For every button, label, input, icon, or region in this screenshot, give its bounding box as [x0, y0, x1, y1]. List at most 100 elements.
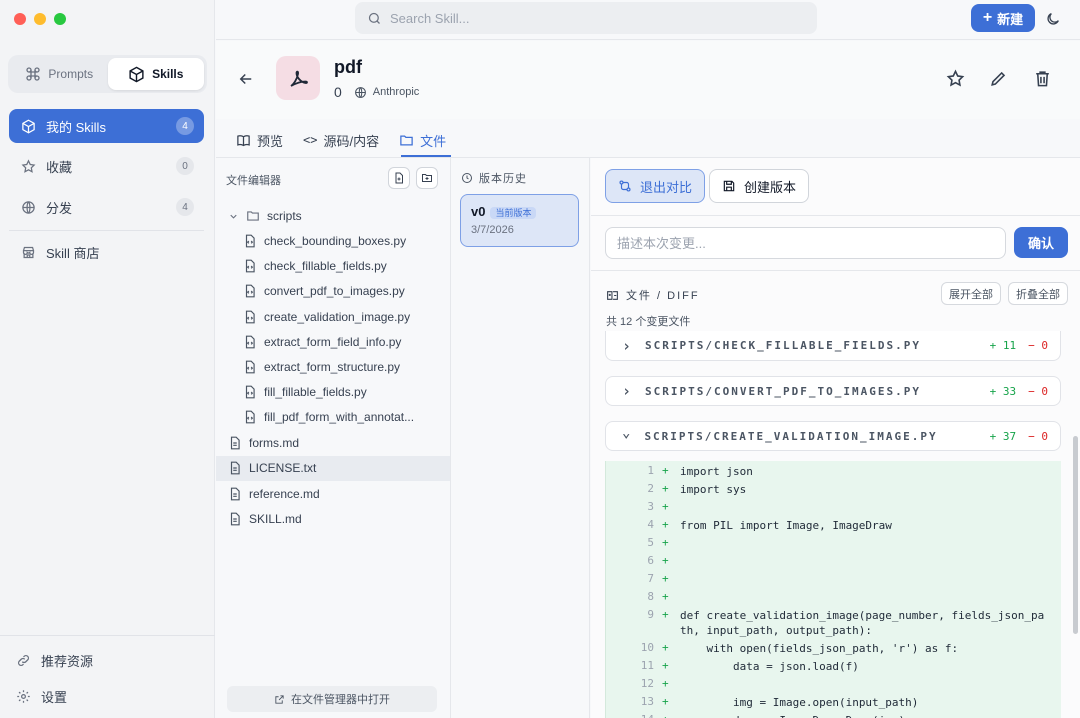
line-number: 10 — [640, 641, 654, 654]
sidebar-item-my-skills[interactable]: 我的 Skills 4 — [9, 109, 204, 143]
tree-file[interactable]: extract_form_field_info.py — [243, 330, 401, 354]
confirm-button[interactable]: 确认 — [1014, 227, 1068, 258]
file-name: convert_pdf_to_images.py — [264, 284, 405, 299]
version-card[interactable]: v0 当前版本 3/7/2026 — [460, 194, 579, 247]
prompts-tab[interactable]: Prompts — [11, 58, 108, 90]
folder-plus-icon — [422, 174, 432, 182]
new-file-button[interactable] — [388, 167, 410, 189]
sidebar-item-label: 分发 — [46, 200, 73, 216]
file-name: check_fillable_fields.py — [264, 259, 387, 274]
book-icon — [237, 134, 250, 146]
code-file-icon — [245, 385, 255, 399]
tab-label: 预览 — [257, 133, 284, 149]
sidebar-item-skill-store[interactable]: Skill 商店 — [9, 235, 204, 269]
code-line: 13 + img = Image.open(input_path) — [606, 695, 1054, 710]
create-version-button[interactable]: 创建版本 — [709, 169, 810, 203]
line-number: 3 — [647, 500, 654, 513]
divider — [591, 215, 1080, 216]
tab-files[interactable]: 文件 — [399, 128, 446, 152]
tree-file[interactable]: check_bounding_boxes.py — [243, 229, 406, 253]
tree-file[interactable]: SKILL.md — [228, 507, 302, 531]
added-marker: + — [662, 695, 669, 708]
diff-file-header[interactable]: ⌄ SCRIPTS/CREATE_VALIDATION_IMAGE.PY + 37−… — [605, 421, 1061, 451]
sidebar-item-settings[interactable]: 设置 — [16, 687, 67, 706]
external-link-icon — [275, 694, 284, 704]
clock-icon — [462, 173, 472, 183]
search-input[interactable]: Search Skill... — [355, 2, 817, 34]
code-line: 5 + — [606, 536, 1054, 549]
line-number: 1 — [647, 464, 654, 477]
sidebar-item-resources[interactable]: 推荐资源 — [16, 651, 93, 670]
line-number: 5 — [647, 536, 654, 549]
file-name: LICENSE.txt — [249, 461, 317, 476]
tab-preview[interactable]: 预览 — [236, 128, 283, 152]
sidebar-item-favorites[interactable]: 收藏 0 — [9, 149, 204, 183]
trash-icon[interactable] — [1033, 69, 1052, 88]
diff-file-name: SCRIPTS/CREATE_VALIDATION_IMAGE.PY — [644, 429, 938, 443]
additions-count: + 37 — [989, 429, 1017, 443]
star-icon[interactable] — [946, 69, 965, 88]
line-number: 6 — [647, 554, 654, 567]
code-file-icon — [245, 284, 255, 298]
collapse-all-button[interactable]: 折叠全部 — [1008, 282, 1068, 305]
tree-folder-scripts[interactable]: scripts — [228, 204, 302, 228]
tree-file[interactable]: LICENSE.txt — [228, 456, 316, 480]
line-number: 9 — [647, 608, 654, 621]
minimize-window-button[interactable] — [34, 13, 46, 25]
exit-compare-button[interactable]: 退出对比 — [605, 169, 706, 203]
diff-stats: + 37 − 0 — [990, 430, 1048, 443]
edit-icon[interactable] — [989, 69, 1008, 88]
scrollbar[interactable] — [1073, 436, 1078, 634]
close-window-button[interactable] — [14, 13, 26, 25]
version-history-label: 版本历史 — [479, 173, 527, 185]
new-button[interactable]: + 新建 — [971, 4, 1035, 32]
plus-icon: + — [982, 9, 993, 26]
file-name: fill_pdf_form_with_annotat... — [264, 410, 415, 425]
expand-all-button[interactable]: 展开全部 — [941, 282, 1001, 305]
code-file-icon — [245, 360, 255, 374]
tab-source[interactable]: <> 源码/内容 — [303, 128, 379, 152]
file-name: create_validation_image.py — [264, 309, 411, 324]
diff-file-header[interactable]: › SCRIPTS/CHECK_FILLABLE_FIELDS.PY + 11 − 0 — [605, 331, 1061, 361]
version-history-title: 版本历史 — [461, 170, 527, 186]
gear-icon — [17, 690, 30, 703]
added-marker: + — [662, 464, 669, 477]
chevron-right-icon: › — [622, 382, 634, 400]
tree-file[interactable]: convert_pdf_to_images.py — [243, 279, 405, 303]
star-icon — [21, 158, 36, 173]
additions-count: + 33 — [989, 384, 1017, 398]
new-folder-button[interactable] — [416, 167, 438, 189]
tree-file[interactable]: reference.md — [228, 482, 320, 506]
diff-file-header[interactable]: › SCRIPTS/CONVERT_PDF_TO_IMAGES.PY + 33 − 0 — [605, 376, 1061, 406]
line-number: 7 — [647, 572, 654, 585]
diff-file-name: SCRIPTS/CONVERT_PDF_TO_IMAGES.PY — [645, 384, 921, 398]
tree-file[interactable]: extract_form_structure.py — [243, 355, 400, 379]
line-number: 4 — [647, 518, 654, 531]
code-line: 3 + — [606, 500, 1054, 513]
skills-tab[interactable]: Skills — [107, 58, 204, 90]
diff-file-name: SCRIPTS/CHECK_FILLABLE_FIELDS.PY — [645, 339, 921, 352]
added-marker: + — [662, 713, 680, 718]
back-arrow-icon[interactable] — [237, 70, 255, 88]
divider — [9, 230, 204, 231]
file-icon — [230, 487, 240, 501]
tree-file[interactable]: check_fillable_fields.py — [243, 254, 387, 278]
maximize-window-button[interactable] — [54, 13, 66, 25]
line-code: from PIL import Image, ImageDraw — [680, 519, 892, 532]
change-description-input[interactable] — [605, 227, 1006, 259]
file-icon — [230, 512, 240, 526]
changed-files-count: 共 12 个变更文件 — [606, 316, 691, 328]
skill-title: pdf — [334, 57, 362, 77]
file-diff-icon — [607, 290, 618, 300]
tree-file[interactable]: fill_pdf_form_with_annotat... — [243, 405, 414, 429]
sidebar-item-distribute[interactable]: 分发 4 — [9, 190, 204, 224]
open-in-file-manager-button[interactable]: 在文件管理器中打开 — [227, 686, 437, 712]
folder-icon — [247, 211, 259, 221]
code-line: 6 + — [606, 554, 1054, 567]
moon-icon[interactable] — [1045, 11, 1061, 27]
tree-file[interactable]: create_validation_image.py — [243, 305, 410, 329]
tree-file[interactable]: fill_fillable_fields.py — [243, 380, 367, 404]
tree-file[interactable]: forms.md — [228, 431, 299, 455]
